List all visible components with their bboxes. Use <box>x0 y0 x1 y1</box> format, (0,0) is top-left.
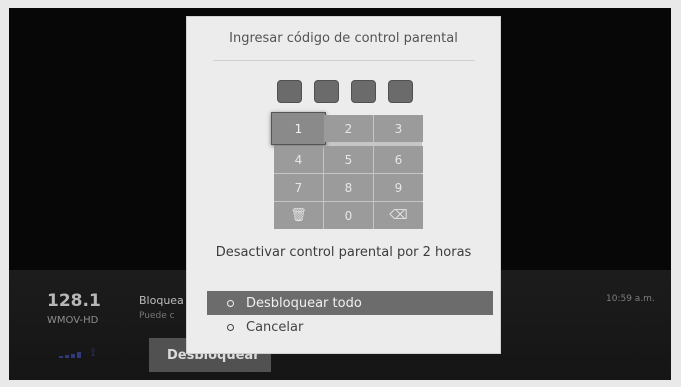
pin-digit-box <box>277 80 302 103</box>
key-7[interactable]: 7 <box>274 174 323 201</box>
divider <box>213 60 475 61</box>
radio-icon <box>227 323 234 331</box>
pin-digit-box <box>388 80 413 103</box>
antenna-icon: ⟟ <box>91 346 96 359</box>
key-4[interactable]: 4 <box>274 146 323 173</box>
pin-entry <box>277 80 413 103</box>
unlock-all-option[interactable]: Desbloquear todo <box>207 291 493 315</box>
parental-control-dialog: Ingresar código de control parental 1 2 … <box>186 16 501 354</box>
option-label: Cancelar <box>246 319 304 335</box>
cancel-option[interactable]: Cancelar <box>207 315 493 339</box>
channel-name: WMOV-HD <box>47 315 99 326</box>
backspace-key[interactable]: ⌫ <box>374 202 423 229</box>
radio-icon <box>227 299 234 307</box>
key-9[interactable]: 9 <box>374 174 423 201</box>
option-label: Desbloquear todo <box>246 295 362 311</box>
dialog-title: Ingresar código de control parental <box>229 31 458 46</box>
key-0[interactable]: 0 <box>324 202 373 229</box>
pin-digit-box <box>314 80 339 103</box>
key-3[interactable]: 3 <box>374 115 423 142</box>
key-8[interactable]: 8 <box>324 174 373 201</box>
numeric-keypad: 1 2 3 4 5 6 7 8 9 🗑 0 ⌫ <box>271 112 423 229</box>
backspace-icon: ⌫ <box>389 208 408 223</box>
key-1[interactable]: 1 <box>271 112 326 145</box>
disable-parental-control-label: Desactivar control parental por 2 horas <box>215 245 472 260</box>
pin-digit-box <box>351 80 376 103</box>
clear-key[interactable]: 🗑 <box>274 202 323 229</box>
key-6[interactable]: 6 <box>374 146 423 173</box>
clock: 10:59 a.m. <box>606 294 655 304</box>
key-2[interactable]: 2 <box>324 115 373 142</box>
key-5[interactable]: 5 <box>324 146 373 173</box>
trash-icon: 🗑 <box>290 208 307 223</box>
channel-number: 128.1 <box>47 291 101 311</box>
signal-strength-icon <box>59 352 83 358</box>
